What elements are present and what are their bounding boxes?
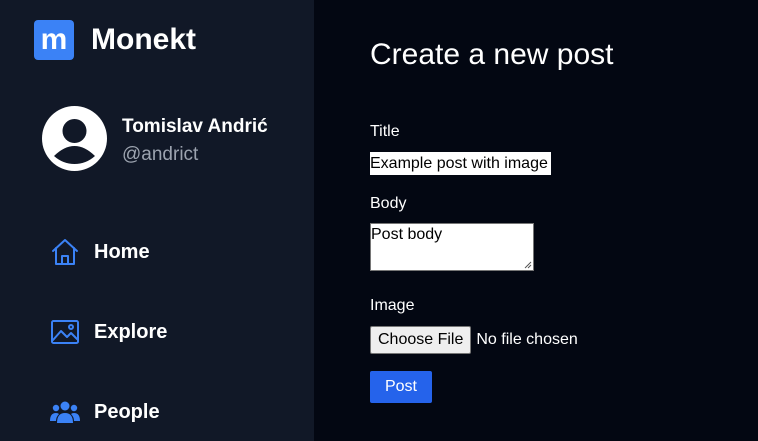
- image-icon: [50, 317, 80, 347]
- main-content: Create a new post Title Body Post body I…: [314, 0, 758, 441]
- user-handle: @andrict: [122, 144, 199, 165]
- profile[interactable]: Tomislav Andrić @andrict: [42, 106, 268, 171]
- choose-file-button[interactable]: Choose File: [370, 326, 472, 354]
- profile-text: Tomislav Andrić @andrict: [122, 115, 268, 167]
- nav-label-people: People: [94, 401, 160, 423]
- file-input[interactable]: Choose File No file chosen: [370, 326, 578, 354]
- svg-text:m: m: [41, 25, 68, 55]
- brand[interactable]: m Monekt: [34, 20, 196, 60]
- nav-item-people[interactable]: People: [50, 397, 160, 427]
- title-label: Title: [370, 123, 400, 140]
- page-title: Create a new post: [370, 38, 614, 71]
- user-name: Tomislav Andrić: [122, 116, 268, 137]
- people-icon: [50, 397, 80, 427]
- body-label: Body: [370, 195, 407, 212]
- logo-icon: m: [34, 20, 74, 60]
- title-input[interactable]: [370, 152, 551, 175]
- nav-label-home: Home: [94, 241, 150, 263]
- nav-item-home[interactable]: Home: [50, 237, 150, 267]
- nav-item-explore[interactable]: Explore: [50, 317, 167, 347]
- user-circle-icon: [42, 106, 107, 171]
- brand-name: Monekt: [91, 23, 196, 56]
- file-status: No file chosen: [476, 331, 578, 348]
- nav-label-explore: Explore: [94, 321, 168, 343]
- image-label: Image: [370, 297, 415, 314]
- logo-letter-icon: m: [41, 25, 68, 55]
- resize-handle-icon[interactable]: [524, 261, 532, 269]
- sidebar: m Monekt Tomislav Andrić @andrict Home E…: [0, 0, 314, 441]
- post-button[interactable]: Post: [370, 371, 432, 403]
- body-textarea[interactable]: Post body: [370, 223, 534, 271]
- home-icon: [50, 237, 80, 267]
